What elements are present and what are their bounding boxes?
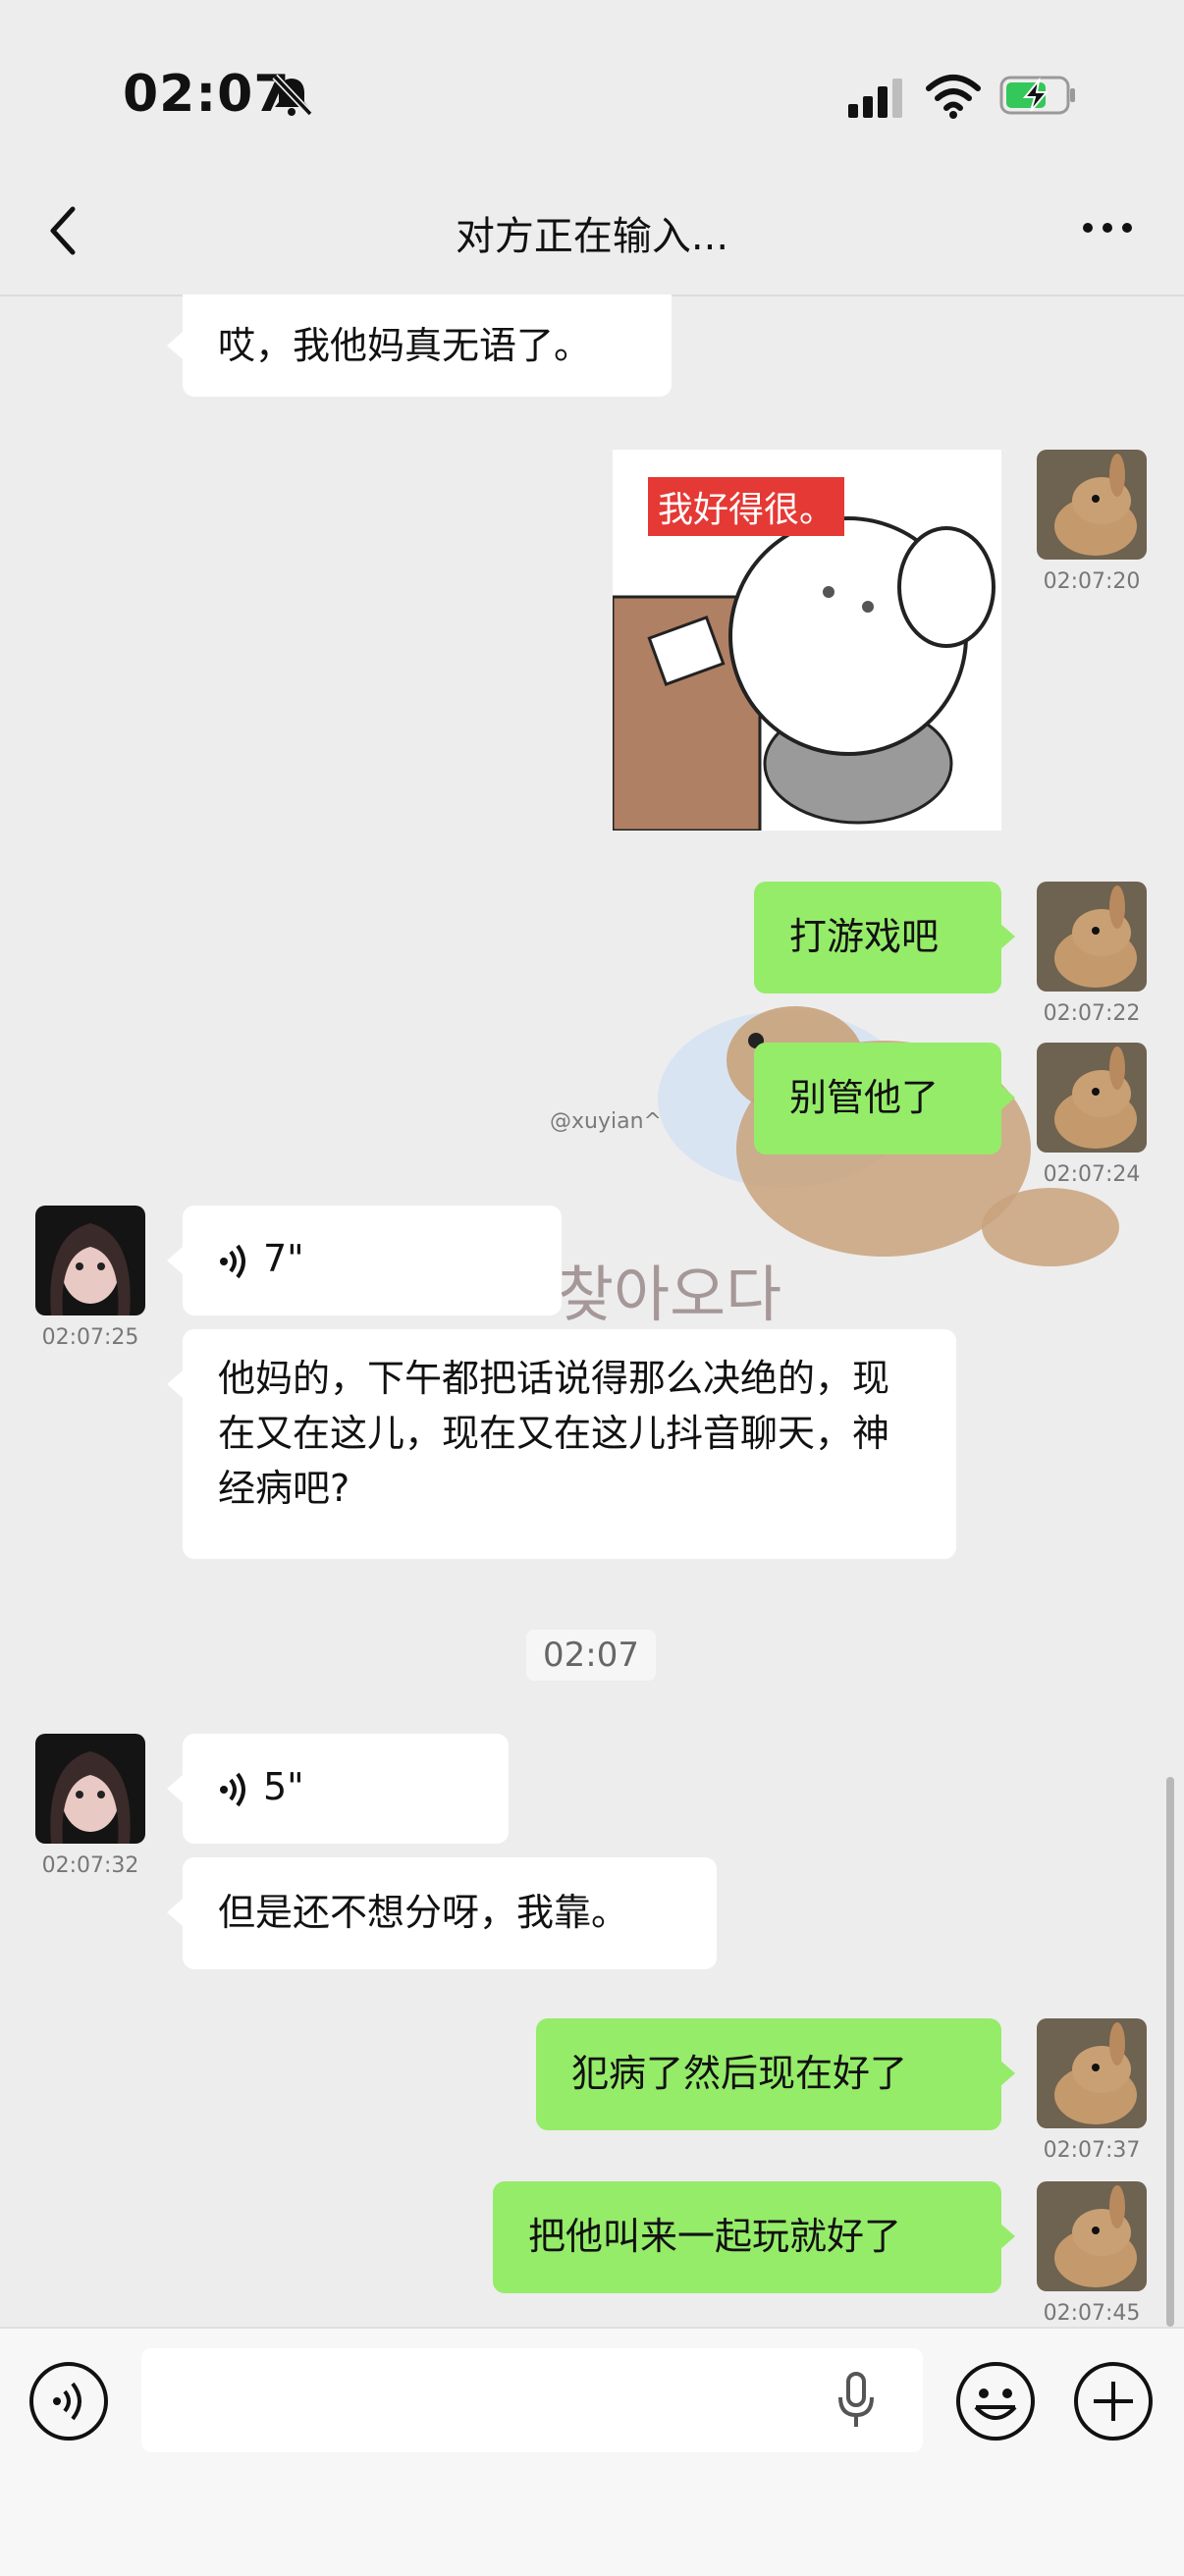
- voice-message-bubble[interactable]: 7": [183, 1206, 562, 1315]
- message-text: 犯病了然后现在好了: [571, 2052, 908, 2095]
- voice-wave-icon: [220, 1772, 245, 1806]
- voice-duration: 7": [263, 1237, 304, 1280]
- message-text: 别管他了: [789, 1076, 940, 1119]
- message-text: 但是还不想分呀，我靠。: [218, 1891, 629, 1934]
- background-korean-text: 찾아오다: [558, 1259, 782, 1330]
- rabbit-avatar-image: [1037, 2018, 1147, 2128]
- sticker-caption: 我好得很。: [648, 477, 845, 536]
- message-time: 02:07:37: [1043, 2138, 1141, 2163]
- message-bubble-other[interactable]: 哎，我他妈真无语了。: [183, 295, 672, 397]
- message-bubble-other[interactable]: 但是还不想分呀，我靠。: [183, 1857, 717, 1969]
- message-input[interactable]: [141, 2348, 923, 2452]
- time-divider: 02:07: [526, 1630, 656, 1681]
- scrollbar[interactable]: [1166, 1777, 1174, 2327]
- sticker-image[interactable]: 我好得很。: [611, 450, 1001, 832]
- my-avatar[interactable]: [1037, 2181, 1147, 2291]
- microphone-icon[interactable]: [836, 2370, 876, 2433]
- bell-muted-icon: [272, 74, 313, 117]
- message-bubble-me[interactable]: 打游戏吧: [754, 882, 1001, 993]
- emoji-icon[interactable]: [954, 2360, 1037, 2442]
- message-time: 02:07:22: [1043, 1001, 1141, 1026]
- voice-input-toggle-icon[interactable]: [27, 2360, 110, 2442]
- my-avatar[interactable]: [1037, 2018, 1147, 2128]
- contact-avatar[interactable]: [35, 1206, 145, 1315]
- rabbit-avatar-image: [1037, 1043, 1147, 1153]
- rabbit-avatar-image: [1037, 2181, 1147, 2291]
- message-bubble-me[interactable]: 犯病了然后现在好了: [536, 2018, 1001, 2130]
- cellular-signal-icon: [848, 79, 902, 118]
- message-bubble-me[interactable]: 把他叫来一起玩就好了: [493, 2181, 1001, 2293]
- more-options-icon[interactable]: [1080, 218, 1135, 238]
- message-text: 把他叫来一起玩就好了: [528, 2215, 902, 2258]
- my-avatar[interactable]: [1037, 1043, 1147, 1153]
- message-time: 02:07:24: [1043, 1162, 1141, 1187]
- voice-duration: 5": [263, 1765, 304, 1808]
- message-time: 02:07:25: [41, 1325, 139, 1350]
- message-bubble-me[interactable]: 别管他了: [754, 1043, 1001, 1154]
- message-bubble-other[interactable]: 他妈的，下午都把话说得那么决绝的，现在又在这儿，现在又在这儿抖音聊天，神经病吧?: [183, 1329, 956, 1559]
- rabbit-avatar-image: [1037, 882, 1147, 992]
- background-watermark: @xuyian^: [550, 1109, 662, 1134]
- battery-charging-icon: [999, 76, 1075, 115]
- message-text: 打游戏吧: [789, 915, 940, 958]
- my-avatar[interactable]: [1037, 450, 1147, 560]
- message-text: 哎，我他妈真无语了。: [218, 324, 592, 367]
- message-text: 他妈的，下午都把话说得那么决绝的，现在又在这儿，现在又在这儿抖音聊天，神经病吧?: [218, 1357, 890, 1510]
- chat-title: 对方正在输入...: [455, 214, 729, 259]
- status-time: 02:07: [123, 65, 291, 124]
- rabbit-avatar-image: [1037, 450, 1147, 560]
- contact-avatar[interactable]: [35, 1734, 145, 1844]
- voice-wave-icon: [220, 1244, 245, 1278]
- message-time: 02:07:45: [1043, 2301, 1141, 2326]
- message-time: 02:07:32: [41, 1853, 139, 1878]
- my-avatar[interactable]: [1037, 882, 1147, 992]
- girl-avatar-image: [35, 1734, 145, 1844]
- message-time: 02:07:20: [1043, 569, 1141, 594]
- add-more-icon[interactable]: [1072, 2360, 1155, 2442]
- girl-avatar-image: [35, 1206, 145, 1315]
- wifi-icon: [926, 75, 981, 119]
- voice-message-bubble[interactable]: 5": [183, 1734, 509, 1844]
